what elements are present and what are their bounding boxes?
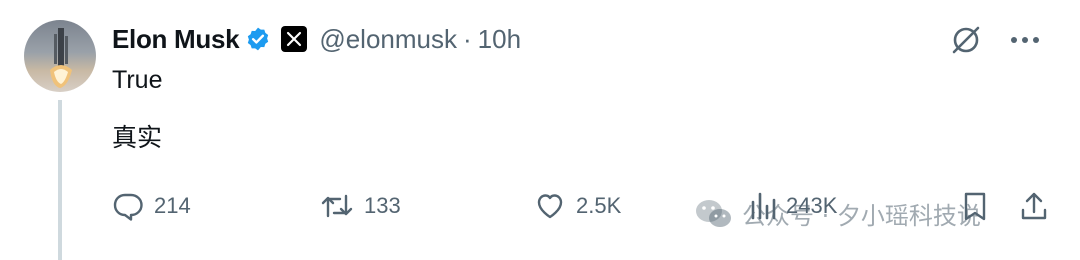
heart-icon	[534, 190, 566, 222]
verified-badge-icon	[245, 26, 271, 52]
top-right-icons	[950, 24, 1040, 56]
tweet-time[interactable]: 10h	[478, 24, 521, 55]
grok-icon[interactable]	[950, 24, 982, 56]
more-options-icon[interactable]	[1010, 36, 1040, 44]
tweet-text-line: True	[112, 66, 163, 94]
repost-button[interactable]: 133	[320, 186, 401, 226]
reply-icon	[112, 190, 144, 222]
x-affiliation-icon[interactable]	[281, 26, 308, 52]
tweet-header: Elon Musk @elonmusk · 10h	[112, 20, 521, 58]
share-icon	[1020, 190, 1048, 222]
like-button[interactable]: 2.5K	[534, 186, 621, 226]
wechat-icon	[694, 197, 734, 231]
thread-line	[58, 100, 62, 260]
repost-count: 133	[364, 193, 401, 218]
like-count: 2.5K	[576, 193, 622, 218]
author-name[interactable]: Elon Musk	[112, 24, 240, 55]
share-button[interactable]	[1020, 186, 1048, 226]
tweet-text-line: 真实	[112, 123, 163, 152]
author-handle[interactable]: @elonmusk	[319, 24, 457, 55]
header-separator: ·	[463, 23, 472, 54]
avatar[interactable]	[24, 20, 96, 92]
reply-button[interactable]: 214	[112, 186, 191, 226]
watermark: 公众号 · 夕小瑶科技说	[694, 196, 981, 231]
watermark-text: 公众号 · 夕小瑶科技说	[742, 202, 981, 230]
repost-icon	[320, 190, 354, 222]
reply-count: 214	[154, 193, 191, 218]
